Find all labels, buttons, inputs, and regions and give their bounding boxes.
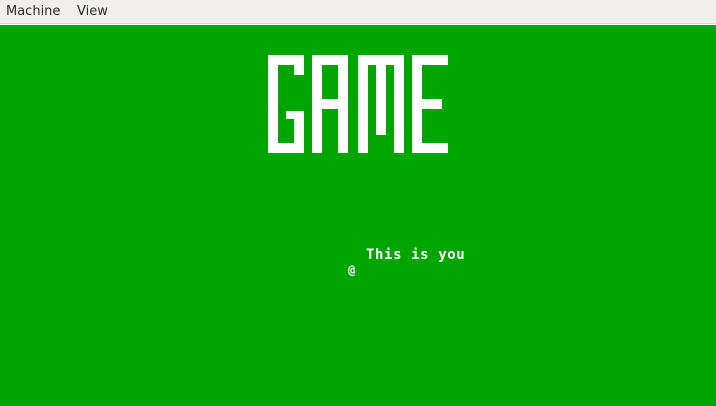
player-character: @: [348, 263, 356, 277]
player-caption: This is you: [366, 247, 466, 263]
game-title-logo: [268, 55, 448, 153]
menu-machine[interactable]: Machine: [6, 4, 60, 20]
game-screen[interactable]: This is you @: [0, 25, 716, 406]
menu-view[interactable]: View: [77, 4, 108, 20]
menu-bar: Machine View: [0, 0, 716, 24]
